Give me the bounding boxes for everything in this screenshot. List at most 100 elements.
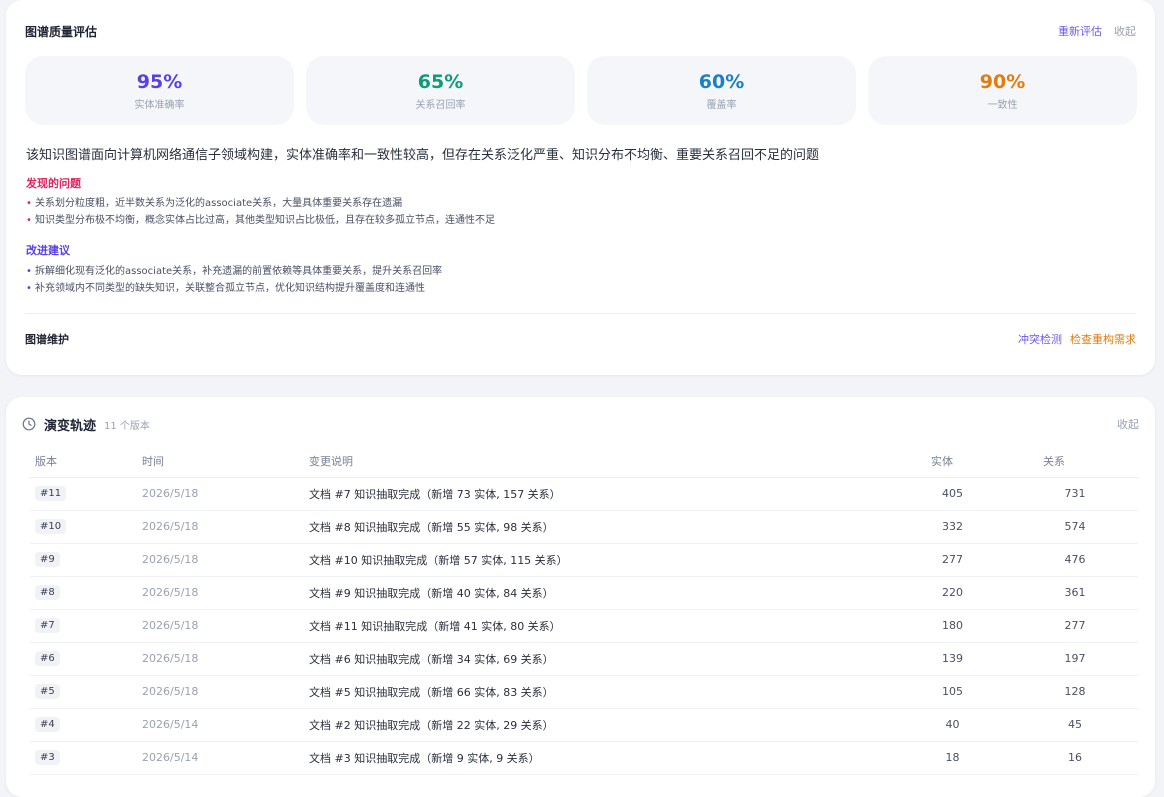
history-title-group: 演变轨迹 11 个版本	[22, 415, 150, 434]
desc-cell: 文档 #10 知识抽取完成（新增 57 实体, 115 关系）	[309, 543, 893, 577]
maintenance-row: 图谱维护 冲突检测 检查重构需求	[25, 330, 1136, 348]
desc-cell: 文档 #11 知识抽取完成（新增 41 实体, 80 关系）	[309, 609, 893, 643]
column-header-desc: 变更说明	[309, 445, 893, 478]
version-badge: #7	[35, 618, 60, 633]
evolution-history-card: 演变轨迹 11 个版本 收起 版本 时间 变更说明 实体 关系 #11 2026/…	[6, 397, 1155, 797]
entities-cell: 405	[893, 477, 1012, 511]
version-badge: #11	[35, 486, 67, 501]
problems-heading: 发现的问题	[26, 177, 81, 190]
collapse-history-button[interactable]: 收起	[1117, 416, 1139, 432]
quality-actions: 重新评估 收起	[1058, 23, 1136, 39]
table-row[interactable]: #7 2026/5/18 文档 #11 知识抽取完成（新增 41 实体, 80 关系…	[30, 609, 1138, 643]
relations-cell: 45	[1012, 708, 1138, 742]
metric-label: 关系召回率	[415, 99, 466, 111]
time-cell: 2026/5/14	[142, 741, 309, 775]
history-title: 演变轨迹	[44, 418, 97, 434]
time-cell: 2026/5/14	[142, 708, 309, 742]
quality-title: 图谱质量评估	[25, 24, 98, 39]
version-cell: #4	[30, 708, 142, 742]
entities-cell: 139	[893, 642, 1012, 676]
version-count: 11 个版本	[104, 420, 150, 432]
version-badge: #5	[35, 684, 60, 699]
version-cell: #11	[30, 477, 142, 511]
entities-cell: 40	[893, 708, 1012, 742]
collapse-quality-button[interactable]: 收起	[1114, 23, 1136, 39]
desc-cell: 文档 #8 知识抽取完成（新增 55 实体, 98 关系）	[309, 510, 893, 544]
table-row[interactable]: #4 2026/5/14 文档 #2 知识抽取完成（新增 22 实体, 29 关系）…	[30, 708, 1138, 742]
metric-label: 覆盖率	[706, 99, 737, 111]
desc-cell: 文档 #2 知识抽取完成（新增 22 实体, 29 关系）	[309, 708, 893, 742]
problem-item: 知识类型分布极不均衡，概念实体占比过高，其他类型知识占比极低，且存在较多孤立节点…	[26, 212, 495, 229]
maintenance-title: 图谱维护	[25, 333, 69, 346]
desc-cell: 文档 #6 知识抽取完成（新增 34 实体, 69 关系）	[309, 642, 893, 676]
metric-value: 65%	[417, 70, 464, 93]
quality-assessment-card: 图谱质量评估 重新评估 收起 95% 实体准确率 65% 关系召回率 60% 覆…	[6, 0, 1155, 375]
version-cell: #10	[30, 510, 142, 544]
version-cell: #3	[30, 741, 142, 775]
entities-cell: 277	[893, 543, 1012, 577]
metric-entity-accuracy: 95% 实体准确率	[25, 56, 294, 125]
relations-cell: 16	[1012, 741, 1138, 775]
history-header: 演变轨迹 11 个版本 收起	[22, 415, 1139, 434]
time-cell: 2026/5/18	[142, 609, 309, 643]
relations-cell: 731	[1012, 477, 1138, 511]
table-row[interactable]: #5 2026/5/18 文档 #5 知识抽取完成（新增 66 实体, 83 关系）…	[30, 675, 1138, 709]
divider	[25, 313, 1136, 314]
entities-cell: 180	[893, 609, 1012, 643]
metric-relation-recall: 65% 关系召回率	[306, 56, 575, 125]
table-row[interactable]: #6 2026/5/18 文档 #6 知识抽取完成（新增 34 实体, 69 关系）…	[30, 642, 1138, 676]
metric-label: 实体准确率	[134, 99, 185, 111]
column-header-entities: 实体	[893, 445, 1012, 478]
version-badge: #4	[35, 717, 60, 732]
table-row[interactable]: #9 2026/5/18 文档 #10 知识抽取完成（新增 57 实体, 115 关…	[30, 543, 1138, 577]
clock-icon	[22, 417, 36, 431]
time-cell: 2026/5/18	[142, 642, 309, 676]
check-rebuild-button[interactable]: 检查重构需求	[1070, 331, 1136, 347]
version-badge: #9	[35, 552, 60, 567]
reevaluate-button[interactable]: 重新评估	[1058, 23, 1102, 39]
version-badge: #10	[35, 519, 67, 534]
version-cell: #8	[30, 576, 142, 610]
entities-cell: 105	[893, 675, 1012, 709]
maintenance-actions: 冲突检测 检查重构需求	[1018, 331, 1136, 347]
version-cell: #9	[30, 543, 142, 577]
table-row[interactable]: #3 2026/5/14 文档 #3 知识抽取完成（新增 9 实体, 9 关系） 18…	[30, 741, 1138, 775]
relations-cell: 197	[1012, 642, 1138, 676]
relations-cell: 476	[1012, 543, 1138, 577]
suggestions-heading: 改进建议	[26, 244, 70, 257]
conflict-detection-button[interactable]: 冲突检测	[1018, 331, 1062, 347]
desc-cell: 文档 #9 知识抽取完成（新增 40 实体, 84 关系）	[309, 576, 893, 610]
relations-cell: 361	[1012, 576, 1138, 610]
desc-cell: 文档 #3 知识抽取完成（新增 9 实体, 9 关系）	[309, 741, 893, 775]
table-row[interactable]: #8 2026/5/18 文档 #9 知识抽取完成（新增 40 实体, 84 关系）…	[30, 576, 1138, 610]
suggestion-item: 补充领域内不同类型的缺失知识，关联整合孤立节点，优化知识结构提升覆盖度和连通性	[26, 280, 442, 297]
table-row[interactable]: #10 2026/5/18 文档 #8 知识抽取完成（新增 55 实体, 98 关系…	[30, 510, 1138, 544]
problems-list: 关系划分粒度粗，近半数关系为泛化的associate关系，大量具体重要关系存在遗…	[26, 195, 495, 229]
metrics-row: 95% 实体准确率 65% 关系召回率 60% 覆盖率 90% 一致性	[25, 56, 1137, 125]
entities-cell: 220	[893, 576, 1012, 610]
metric-consistency: 90% 一致性	[868, 56, 1137, 125]
version-badge: #8	[35, 585, 60, 600]
version-badge: #6	[35, 651, 60, 666]
entities-cell: 332	[893, 510, 1012, 544]
quality-summary: 该知识图谱面向计算机网络通信子领域构建，实体准确率和一致性较高，但存在关系泛化严…	[26, 148, 820, 163]
version-badge: #3	[35, 750, 60, 765]
relations-cell: 574	[1012, 510, 1138, 544]
time-cell: 2026/5/18	[142, 543, 309, 577]
version-cell: #6	[30, 642, 142, 676]
suggestions-list: 拆解细化现有泛化的associate关系，补充遗漏的前置依赖等具体重要关系，提升…	[26, 263, 442, 297]
column-header-relations: 关系	[1012, 445, 1138, 478]
time-cell: 2026/5/18	[142, 477, 309, 511]
metric-coverage: 60% 覆盖率	[587, 56, 856, 125]
time-cell: 2026/5/18	[142, 576, 309, 610]
relations-cell: 128	[1012, 675, 1138, 709]
time-cell: 2026/5/18	[142, 510, 309, 544]
quality-header: 图谱质量评估 重新评估 收起	[25, 22, 1136, 40]
suggestion-item: 拆解细化现有泛化的associate关系，补充遗漏的前置依赖等具体重要关系，提升…	[26, 263, 442, 280]
version-cell: #5	[30, 675, 142, 709]
column-header-version: 版本	[30, 445, 142, 478]
metric-value: 95%	[136, 70, 183, 93]
desc-cell: 文档 #7 知识抽取完成（新增 73 实体, 157 关系）	[309, 477, 893, 511]
problem-item: 关系划分粒度粗，近半数关系为泛化的associate关系，大量具体重要关系存在遗…	[26, 195, 495, 212]
table-row[interactable]: #11 2026/5/18 文档 #7 知识抽取完成（新增 73 实体, 157 关…	[30, 477, 1138, 511]
